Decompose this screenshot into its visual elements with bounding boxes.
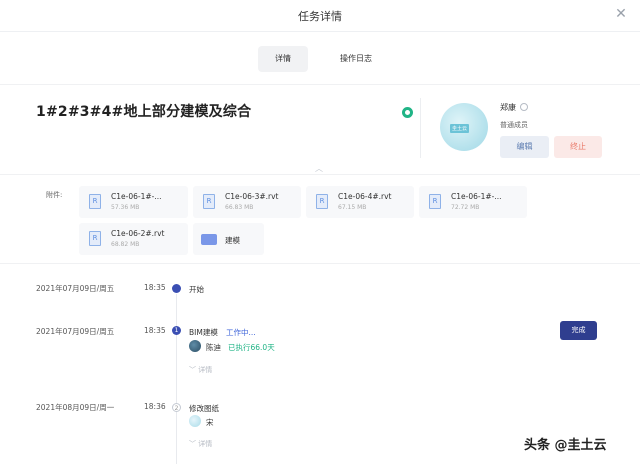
file-name: C1e-06-2#.rvt [111,229,165,238]
avatar [189,340,201,352]
timeline-time: 18:35 [144,283,166,292]
attachment-file[interactable]: R C1e-06-4#.rvt 67.15 MB [306,186,414,218]
attachment-file[interactable]: R C1e-06-3#.rvt 66.83 MB [193,186,301,218]
file-name: C1e-06-1#-... [111,192,162,201]
attachment-file[interactable]: R C1e-06-1#-... 57.36 MB [79,186,188,218]
assignee-name: 郑康 [500,103,516,112]
folder-name: 建模 [225,236,240,245]
revit-file-icon: R [89,194,101,209]
file-size: 67.15 MB [338,204,367,211]
info-icon[interactable] [520,103,528,111]
avatar [189,415,201,427]
task-title: 1#2#3#4#地上部分建模及综合 [36,104,252,120]
timeline-dot [172,284,181,293]
details-label: 详情 [198,366,213,374]
file-size: 72.72 MB [451,204,480,211]
status-indicator [402,107,413,118]
file-name: C1e-06-4#.rvt [338,192,392,201]
attachments-label: 附件: [46,191,63,199]
close-icon[interactable]: ✕ [614,7,628,21]
divider [420,98,421,158]
revit-file-icon: R [429,194,441,209]
complete-button[interactable]: 完成 [560,321,597,340]
timeline-date: 2021年07月09日/周五 [36,284,115,293]
timeline-label: BIM建模 [189,328,218,337]
assignee-role: 普通成员 [500,121,528,129]
file-size: 66.83 MB [225,204,254,211]
revit-file-icon: R [89,231,101,246]
person-name: 陈迪 [206,343,221,352]
timeline-step-badge: 2 [172,403,181,412]
file-size: 57.36 MB [111,204,140,211]
details-toggle[interactable]: ﹀ 详情 [189,365,212,375]
elapsed-time: 已执行66.0天 [228,343,275,352]
divider [0,174,640,175]
timeline-label: 修改图纸 [189,404,219,413]
tab-operation-log[interactable]: 操作日志 [330,46,382,72]
avatar-logo: 圭土云 [450,124,470,133]
revit-file-icon: R [316,194,328,209]
file-size: 68.82 MB [111,241,140,248]
timeline-date: 2021年07月09日/周五 [36,327,115,336]
timeline-time: 18:36 [144,402,166,411]
chevron-down-icon: ﹀ [189,440,199,448]
status-text: 工作中... [226,328,256,337]
chevron-down-icon: ﹀ [189,366,199,374]
timeline-step-badge: 1 [172,326,181,335]
person-name: 宋 [206,418,214,427]
folder-icon [201,234,217,245]
revit-file-icon: R [203,194,215,209]
file-name: C1e-06-3#.rvt [225,192,279,201]
chevron-up-icon[interactable]: ︿ [314,163,324,173]
timeline-label: 开始 [189,285,204,294]
timeline-date: 2021年08月09日/周一 [36,403,115,412]
attachment-file[interactable]: R C1e-06-2#.rvt 68.82 MB [79,223,188,255]
tab-bar: 详情 操作日志 [0,46,640,72]
details-label: 详情 [198,440,213,448]
tab-details[interactable]: 详情 [258,46,308,72]
dialog-header: 任务详情 ✕ [0,0,640,32]
avatar: 圭土云 [440,103,488,151]
watermark: 头条 @圭土云 [524,438,607,453]
divider [0,84,640,85]
attachment-file[interactable]: R C1e-06-1#-... 72.72 MB [419,186,527,218]
file-name: C1e-06-1#-... [451,192,502,201]
timeline-time: 18:35 [144,326,166,335]
divider [0,263,640,264]
dialog-title: 任务详情 [298,10,342,23]
timeline-line [176,294,177,464]
attachment-folder[interactable]: 建模 [193,223,264,255]
edit-button[interactable]: 编辑 [500,136,549,158]
details-toggle[interactable]: ﹀ 详情 [189,439,212,449]
stop-button[interactable]: 终止 [554,136,602,158]
